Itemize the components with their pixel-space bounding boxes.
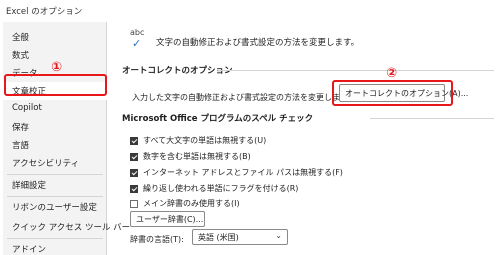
sidebar: 全般 数式 データ 文章校正 Copilot 保存 言語 アクセシビリティ 詳細…	[3, 22, 130, 255]
window-title: Excel のオプション	[6, 7, 83, 17]
marker-two: ②	[386, 66, 398, 81]
sidebar-item-customize-ribbon[interactable]: リボンのユーザー設定	[3, 198, 107, 216]
chevron-down-icon: ⌄	[275, 231, 282, 240]
flag-repeated-words-checkbox[interactable]	[130, 185, 138, 193]
section-divider	[370, 118, 494, 119]
flag-repeated-words-label: 繰り返し使われる単語にフラグを付ける(R)	[143, 184, 299, 193]
title-bar: Excel のオプション	[0, 0, 500, 20]
sidebar-item-advanced[interactable]: 詳細設定	[3, 176, 107, 194]
sidebar-item-save[interactable]: 保存	[3, 118, 107, 136]
sidebar-item-copilot[interactable]: Copilot	[3, 100, 107, 118]
sidebar-item-accessibility[interactable]: アクセシビリティ	[3, 154, 107, 172]
spelling-check-icon: abc ✓	[130, 28, 145, 50]
sidebar-item-language[interactable]: 言語	[3, 136, 107, 154]
autocorrect-section-title: オートコレクトのオプション	[122, 66, 233, 76]
main-dictionary-only-label: メイン辞書のみ使用する(I)	[143, 199, 240, 208]
autocorrect-highlight-box	[332, 80, 453, 106]
spelling-section-title: Microsoft Office プログラムのスペル チェック	[122, 114, 314, 124]
marker-one: ①	[51, 60, 63, 75]
sidebar-divider	[7, 238, 103, 239]
section-divider	[218, 70, 494, 71]
sidebar-item-addins[interactable]: アドイン	[3, 240, 107, 255]
intro-text: 文字の自動修正および書式設定の方法を変更します。	[156, 38, 360, 48]
ignore-uppercase-checkbox[interactable]	[130, 137, 138, 145]
sidebar-divider	[7, 196, 103, 197]
ignore-numbers-checkbox[interactable]	[130, 153, 138, 161]
proofing-panel: abc ✓ 文字の自動修正および書式設定の方法を変更します。 オートコレクトのオ…	[108, 22, 500, 255]
dictionary-language-select[interactable]: 英語 (米国) ⌄	[192, 229, 288, 245]
proofing-highlight-box	[4, 74, 107, 96]
ignore-internet-addresses-checkbox[interactable]	[130, 169, 138, 177]
ignore-numbers-label: 数字を含む単語は無視する(B)	[143, 152, 251, 161]
ignore-internet-addresses-label: インターネット アドレスとファイル パスは無視する(F)	[143, 168, 343, 177]
dictionary-language-label: 辞書の言語(T):	[130, 235, 184, 244]
ignore-uppercase-label: すべて大文字の単語は無視する(U)	[143, 136, 267, 145]
sidebar-divider	[7, 174, 103, 175]
sidebar-item-quick-access-toolbar[interactable]: クイック アクセス ツール バー	[3, 218, 130, 236]
sidebar-item-general[interactable]: 全般	[3, 28, 107, 46]
user-dictionary-button[interactable]: ユーザー辞書(C)...	[130, 211, 205, 227]
main-dictionary-only-checkbox[interactable]	[130, 200, 138, 208]
autocorrect-label: 入力した文字の自動修正および書式設定の方法を変更します:	[132, 93, 351, 102]
